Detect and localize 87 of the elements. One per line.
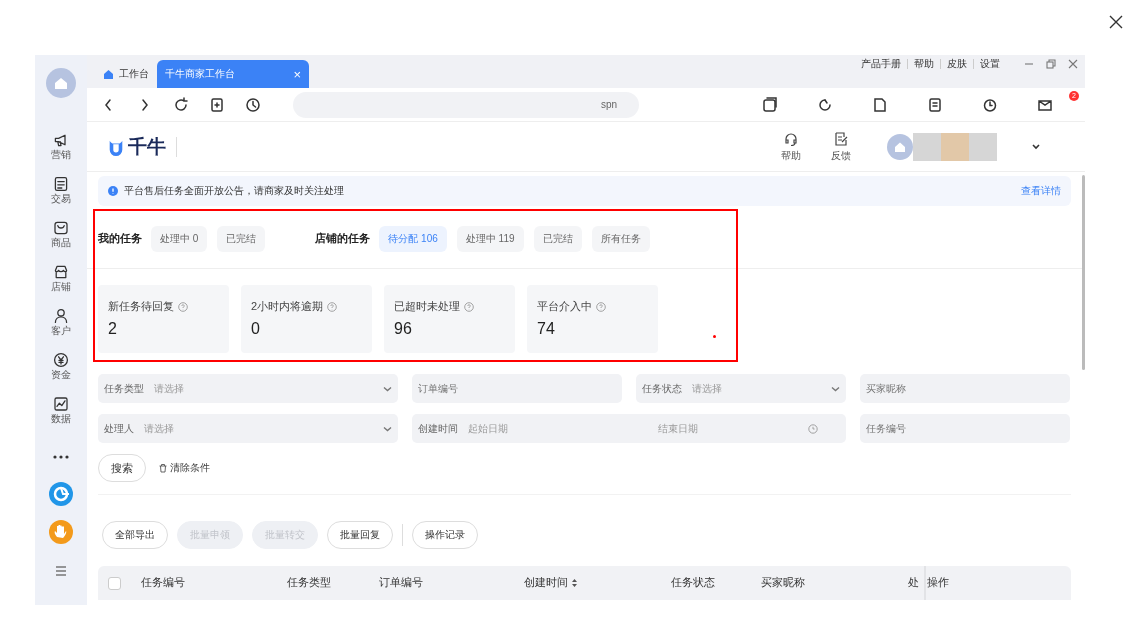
more-icon[interactable]	[52, 454, 70, 460]
action-button[interactable]: 批量回复	[327, 521, 393, 549]
notice-text: 平台售后任务全面开放公告，请商家及时关注处理	[124, 184, 344, 198]
logo-text: 千牛	[128, 136, 166, 157]
stat-value: 74	[537, 320, 556, 338]
select-field[interactable]: 任务类型 请选择	[98, 374, 398, 403]
filter-tab[interactable]: 已完结	[217, 225, 266, 252]
screenshot-icon[interactable]	[762, 96, 778, 113]
stat-label: 2小时内将逾期	[251, 299, 324, 314]
annotation-dot	[713, 335, 716, 338]
bookmark-icon[interactable]	[209, 96, 225, 113]
details-link[interactable]: 查看详情	[1021, 184, 1061, 198]
filter-tab[interactable]: 所有任务	[591, 225, 650, 252]
action-button[interactable]: 全部导出	[102, 521, 168, 549]
close-icon[interactable]	[1108, 14, 1124, 30]
history-icon[interactable]	[245, 96, 261, 113]
close-tab-button[interactable]: ×	[293, 67, 301, 81]
trash-icon	[158, 463, 168, 473]
browser-tab[interactable]: 工作台	[95, 60, 157, 88]
filter-tab[interactable]: 待分配 106	[379, 225, 447, 252]
notes-icon[interactable]	[927, 96, 943, 113]
clear-button[interactable]: 清除条件	[158, 461, 210, 475]
sidebar-item[interactable]: 店铺	[35, 264, 87, 308]
column-header: 任务类型	[287, 576, 332, 590]
input-field[interactable]: 订单编号	[412, 374, 622, 403]
column-header: 处	[908, 576, 920, 590]
browser-tab[interactable]: 千牛商家工作台 ×	[157, 60, 309, 88]
column-header[interactable]: 创建时间	[524, 576, 671, 590]
menu-icon[interactable]	[54, 564, 68, 578]
stat-label: 平台介入中	[537, 299, 592, 314]
refresh-icon[interactable]	[817, 96, 833, 113]
filter-tab[interactable]: 处理中 0	[151, 225, 208, 252]
sidebar-item[interactable]: 客户	[35, 308, 87, 352]
header-action[interactable]: 帮助	[781, 130, 801, 163]
stat-value: 0	[251, 320, 261, 338]
home-icon	[103, 68, 114, 80]
sidebar-item[interactable]: 商品	[35, 220, 87, 264]
column-header: 买家昵称	[761, 576, 806, 590]
column-header: 订单编号	[379, 576, 424, 590]
sort-icon[interactable]	[571, 578, 578, 588]
chart-icon	[53, 396, 69, 412]
window-link[interactable]: 产品手册	[861, 57, 901, 71]
clock-icon[interactable]	[982, 96, 998, 113]
address-bar[interactable]: spn	[293, 91, 639, 118]
scrollbar[interactable]	[1082, 175, 1085, 370]
info-icon	[108, 186, 118, 196]
date-range-field[interactable]: 创建时间 起始日期 结束日期	[412, 414, 846, 443]
clock-icon	[808, 423, 818, 434]
column-header: 任务编号	[141, 576, 186, 590]
edit-icon	[833, 130, 849, 147]
window-link[interactable]: 皮肤	[947, 57, 967, 71]
sidebar-item[interactable]: 交易	[35, 176, 87, 220]
group-title: 我的任务	[98, 231, 142, 246]
bag-icon	[53, 220, 69, 236]
file-icon[interactable]	[872, 96, 888, 113]
sidebar-item[interactable]: 数据	[35, 396, 87, 440]
input-field[interactable]: 任务编号	[860, 414, 1070, 443]
filter-tab[interactable]: 处理中 119	[456, 225, 524, 252]
stat-label: 新任务待回复	[108, 299, 174, 314]
filter-tab[interactable]: 已完结	[533, 225, 582, 252]
column-header: 任务状态	[671, 576, 716, 590]
group-title: 店铺的任务	[315, 231, 371, 246]
restore-icon[interactable]	[1045, 58, 1057, 70]
action-button[interactable]: 操作记录	[412, 521, 478, 549]
header-action[interactable]: 反馈	[831, 130, 851, 163]
select-field[interactable]: 处理人 请选择	[98, 414, 398, 443]
sidebar-item[interactable]: 营销	[35, 132, 87, 176]
checkbox[interactable]	[108, 576, 121, 590]
window-link[interactable]: 帮助	[914, 57, 934, 71]
yen-icon	[53, 352, 69, 368]
chevron-down-icon[interactable]	[1031, 141, 1041, 152]
headset-icon	[783, 130, 799, 147]
input-field[interactable]: 买家昵称	[860, 374, 1070, 403]
app-icon[interactable]	[49, 482, 73, 506]
select-field[interactable]: 任务状态 请选择	[636, 374, 846, 403]
stat-label: 已超时未处理	[394, 299, 460, 314]
search-button[interactable]: 搜索	[98, 454, 146, 482]
shop-icon	[53, 264, 69, 280]
document-icon	[53, 176, 69, 192]
sidebar-item[interactable]: 资金	[35, 352, 87, 396]
stat-value: 96	[394, 320, 413, 338]
user-icon	[53, 308, 69, 324]
stat-value: 2	[108, 320, 118, 338]
window-link[interactable]: 设置	[980, 57, 1000, 71]
column-header: 操作	[927, 576, 950, 590]
refresh-icon[interactable]	[173, 96, 189, 113]
megaphone-icon	[53, 132, 69, 148]
